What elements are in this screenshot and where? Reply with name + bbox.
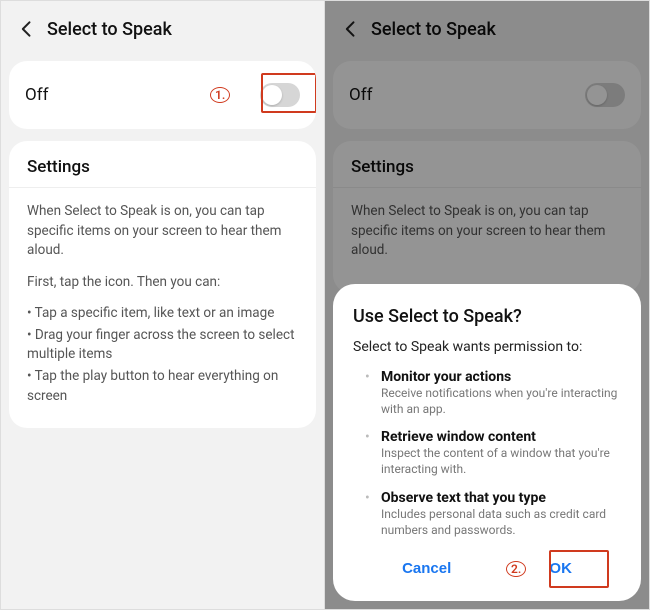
desc-bullet: • Drag your finger across the screen to … [27,326,298,365]
page-title: Select to Speak [47,19,172,40]
toggle-card: Off 1. [9,61,316,129]
permission-item: Monitor your actions Receive notificatio… [367,369,621,417]
dialog-subtitle: Select to Speak wants permission to: [353,339,621,355]
permission-title: Monitor your actions [381,369,621,385]
permission-desc: Includes personal data such as credit ca… [381,506,621,538]
settings-description: When Select to Speak is on, you can tap … [9,188,316,428]
desc-paragraph-1: When Select to Speak is on, you can tap … [27,202,298,261]
permission-list: Monitor your actions Receive notificatio… [353,369,621,538]
settings-heading: Settings [9,141,316,188]
permission-dialog: Use Select to Speak? Select to Speak wan… [333,284,641,601]
toggle-row[interactable]: Off 1. [9,61,316,129]
permission-item: Observe text that you type Includes pers… [367,490,621,538]
pane-right: Select to Speak Off Settings When Select… [325,1,649,609]
settings-card: Settings When Select to Speak is on, you… [9,141,316,428]
permission-desc: Inspect the content of a window that you… [381,445,621,477]
permission-item: Retrieve window content Inspect the cont… [367,429,621,477]
pane-left: Select to Speak Off 1. Settings When Sel… [1,1,325,609]
back-icon[interactable] [9,11,45,47]
permission-title: Observe text that you type [381,490,621,506]
ok-button[interactable]: OK [525,550,596,587]
cancel-button[interactable]: Cancel [378,550,475,587]
callout-1-number: 1. [215,88,225,102]
toggle-label: Off [25,85,49,105]
dialog-actions: Cancel OK 2. [353,550,621,587]
desc-bullet: • Tap the play button to hear everything… [27,367,298,406]
desc-bullet: • Tap a specific item, like text or an i… [27,304,298,324]
desc-paragraph-2: First, tap the icon. Then you can: [27,273,298,293]
dialog-title: Use Select to Speak? [353,306,621,327]
permission-desc: Receive notifications when you're intera… [381,385,621,417]
callout-2-number: 2. [511,562,521,576]
toggle-switch[interactable] [260,83,300,107]
permission-title: Retrieve window content [381,429,621,445]
header-bar: Select to Speak [1,1,324,57]
